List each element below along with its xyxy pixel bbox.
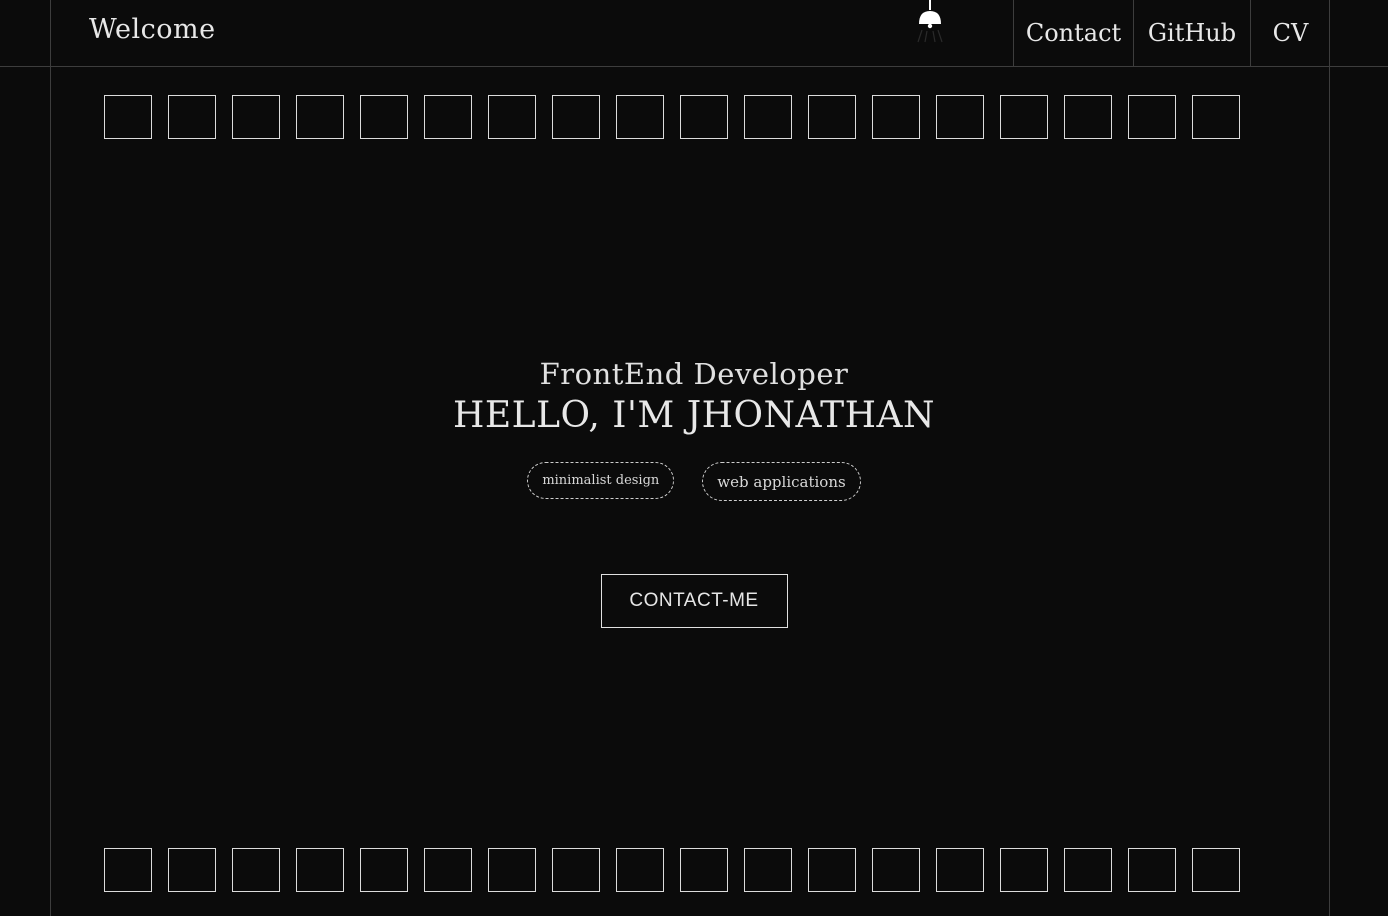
hero-title: HELLO, I'M JHONATHAN [453, 395, 935, 436]
decor-square [552, 848, 600, 892]
decor-square [232, 848, 280, 892]
hero: FrontEnd Developer HELLO, I'M JHONATHAN … [0, 352, 1388, 628]
bottom-square-row [104, 848, 1240, 892]
decor-square [488, 95, 536, 139]
hero-tags: minimalist design web applications [0, 462, 1388, 501]
decor-square [168, 848, 216, 892]
decor-square [1128, 95, 1176, 139]
brand-welcome[interactable]: Welcome [89, 14, 216, 45]
decor-square [744, 848, 792, 892]
decor-square [936, 95, 984, 139]
decor-square [616, 848, 664, 892]
decor-square [1064, 848, 1112, 892]
decor-square [360, 848, 408, 892]
tag-web-applications: web applications [702, 462, 861, 501]
nav-github-link[interactable]: GitHub [1133, 0, 1250, 66]
decor-square [552, 95, 600, 139]
decor-square [232, 95, 280, 139]
decor-square [1000, 848, 1048, 892]
decor-square [1064, 95, 1112, 139]
tag-minimalist-design: minimalist design [527, 462, 675, 499]
decor-square [488, 848, 536, 892]
decor-square [680, 848, 728, 892]
decor-square [424, 95, 472, 139]
decor-square [424, 848, 472, 892]
decor-square [808, 848, 856, 892]
decor-square [936, 848, 984, 892]
decor-square [872, 95, 920, 139]
decor-square [744, 95, 792, 139]
contact-me-button[interactable]: CONTACT-ME [600, 574, 788, 628]
decor-square [808, 95, 856, 139]
decor-square [680, 95, 728, 139]
decor-square [616, 95, 664, 139]
decor-square [1128, 848, 1176, 892]
decor-square [872, 848, 920, 892]
decor-square [1000, 95, 1048, 139]
decor-square [104, 848, 152, 892]
page: Welcome Contact GitHub CV FrontEnd Devel… [0, 0, 1388, 916]
hero-subtitle: FrontEnd Developer [539, 357, 849, 391]
decor-square [1192, 95, 1240, 139]
top-bar: Welcome Contact GitHub CV [0, 0, 1388, 67]
decor-square [168, 95, 216, 139]
lamp-icon[interactable] [916, 0, 944, 44]
nav-contact-link[interactable]: Contact [1013, 0, 1133, 66]
nav-cv-link[interactable]: CV [1250, 0, 1330, 66]
decor-square [360, 95, 408, 139]
decor-square [296, 95, 344, 139]
main-nav: Contact GitHub CV [1013, 0, 1330, 66]
decor-square [104, 95, 152, 139]
top-square-row [104, 95, 1240, 139]
decor-square [296, 848, 344, 892]
decor-square [1192, 848, 1240, 892]
